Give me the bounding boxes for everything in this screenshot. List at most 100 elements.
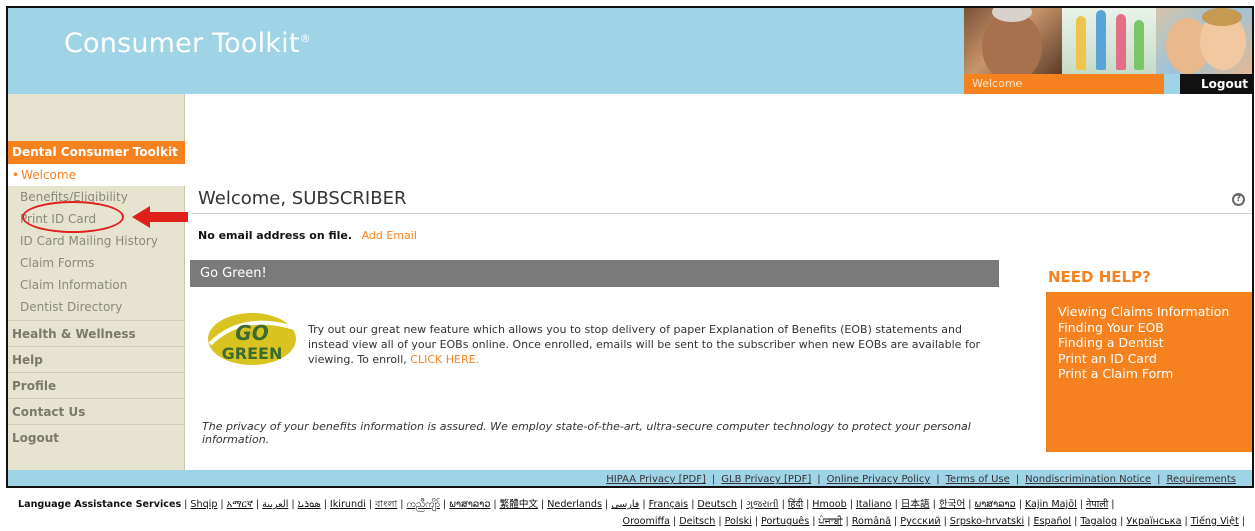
- language-link[interactable]: Shqip: [190, 499, 217, 510]
- separator: |: [932, 499, 936, 510]
- language-link[interactable]: Polski: [725, 516, 752, 527]
- separator: |: [1074, 516, 1078, 527]
- separator: |: [718, 516, 722, 527]
- help-link-print-id-card[interactable]: Print an ID Card: [1058, 351, 1252, 367]
- sidebar-item-help[interactable]: Help: [8, 346, 185, 372]
- help-link-print-claim-form[interactable]: Print a Claim Form: [1058, 366, 1252, 382]
- logout-button[interactable]: Logout: [1180, 74, 1252, 94]
- sidebar-section-title[interactable]: Dental Consumer Toolkit: [8, 141, 185, 164]
- language-link[interactable]: Nederlands: [547, 499, 602, 510]
- site-logo[interactable]: Consumer Toolkit®: [64, 28, 311, 59]
- separator: |: [220, 499, 224, 510]
- separator: |: [291, 499, 295, 510]
- language-link[interactable]: 한국어: [939, 499, 965, 510]
- language-link[interactable]: Srpsko-hrvatski: [950, 516, 1024, 527]
- sidebar-item-logout[interactable]: Logout: [8, 424, 185, 450]
- language-link[interactable]: Русский: [900, 516, 940, 527]
- sidebar-item-profile[interactable]: Profile: [8, 372, 185, 398]
- click-here-link[interactable]: CLICK HERE.: [410, 353, 479, 366]
- language-link[interactable]: বাংলা: [375, 499, 397, 510]
- add-email-link[interactable]: Add Email: [362, 229, 417, 242]
- language-link[interactable]: Tiếng Việt: [1191, 516, 1239, 527]
- separator: |: [604, 499, 609, 510]
- language-link[interactable]: Kajin Majōl: [1025, 499, 1077, 510]
- welcome-label: Welcome: [964, 74, 1164, 94]
- sidebar-item-dentist-directory[interactable]: Dentist Directory: [8, 296, 185, 318]
- help-link-finding-dentist[interactable]: Finding a Dentist: [1058, 335, 1252, 351]
- header-photo-man: [964, 8, 1062, 74]
- separator: |: [368, 499, 373, 510]
- need-help-box: Viewing Claims Information Finding Your …: [1046, 292, 1252, 452]
- separator: |: [1241, 516, 1245, 527]
- sidebar-item-claim-information[interactable]: Claim Information: [8, 274, 185, 296]
- footer-link-requirements[interactable]: Requirements: [1166, 474, 1236, 485]
- go-green-body: Try out our great new feature which allo…: [308, 323, 981, 366]
- sidebar-item-health-wellness[interactable]: Health & Wellness: [8, 320, 185, 346]
- language-link[interactable]: Tagalog: [1080, 516, 1117, 527]
- need-help-title: NEED HELP?: [1048, 268, 1151, 286]
- language-link[interactable]: नेपाली: [1086, 499, 1108, 510]
- separator: |: [642, 499, 646, 510]
- go-green-description: Try out our great new feature which allo…: [308, 322, 988, 367]
- separator: |: [739, 499, 744, 510]
- privacy-statement: The privacy of your benefits information…: [202, 420, 971, 446]
- separator: |: [443, 499, 447, 510]
- go-green-logo-bottom-text: GREEN: [222, 344, 283, 363]
- site-header: Consumer Toolkit® Welcome Logout: [8, 8, 1252, 94]
- language-link[interactable]: Ikirundi: [330, 499, 366, 510]
- sidebar-item-id-card-mailing-history[interactable]: ID Card Mailing History: [8, 230, 185, 252]
- language-link[interactable]: አማርኛ: [227, 499, 253, 510]
- language-link[interactable]: فارسی: [611, 499, 639, 510]
- language-link[interactable]: Українська: [1126, 516, 1181, 527]
- separator: |: [1111, 499, 1115, 510]
- bullet-icon: •: [12, 168, 20, 182]
- footer-link-nondiscrimination[interactable]: Nondiscrimination Notice: [1025, 474, 1151, 485]
- language-link[interactable]: Italiano: [856, 499, 892, 510]
- sidebar-item-welcome[interactable]: • Welcome: [8, 164, 185, 186]
- help-icon[interactable]: ?: [1232, 193, 1245, 206]
- separator: |: [400, 499, 404, 510]
- separator: |: [493, 499, 497, 510]
- separator: |: [849, 499, 853, 510]
- language-link[interactable]: Hmoob: [812, 499, 846, 510]
- sidebar-item-contact-us[interactable]: Contact Us: [8, 398, 185, 424]
- separator: |: [1027, 516, 1031, 527]
- separator: |: [323, 499, 327, 510]
- language-link[interactable]: ગુજરાતી: [746, 499, 779, 510]
- separator: |: [1120, 516, 1124, 527]
- language-link[interactable]: Deitsch: [679, 516, 715, 527]
- language-link[interactable]: ພາສາລາວ: [975, 499, 1016, 510]
- language-row-1: Language Assistance Services | Shqip | አማርኛ |…: [18, 499, 1115, 510]
- language-link[interactable]: ພາສາລາວ: [449, 499, 490, 510]
- email-notice-text: No email address on file.: [198, 229, 353, 242]
- footer-link-hipaa[interactable]: HIPAA Privacy [PDF]: [606, 474, 706, 485]
- language-link[interactable]: Português: [761, 516, 809, 527]
- separator: |: [255, 499, 260, 510]
- separator: |: [845, 516, 849, 527]
- language-link[interactable]: Română: [852, 516, 891, 527]
- help-link-finding-eob[interactable]: Finding Your EOB: [1058, 320, 1252, 336]
- language-link[interactable]: Oroomiffa: [623, 516, 671, 527]
- help-link-viewing-claims[interactable]: Viewing Claims Information: [1058, 304, 1252, 320]
- footer-link-online-privacy[interactable]: Online Privacy Policy: [827, 474, 931, 485]
- language-assistance: Language Assistance Services | Shqip | አማርኛ |…: [6, 496, 1250, 530]
- language-link[interactable]: 繁體中文: [500, 499, 538, 510]
- footer-link-glb[interactable]: GLB Privacy [PDF]: [721, 474, 811, 485]
- language-row-2: Oroomiffa | Deitsch | Polski | Português | ਪੰਜਾਬ…: [6, 513, 1250, 530]
- pointer-arrow-icon: [132, 206, 188, 228]
- language-link[interactable]: Español: [1033, 516, 1071, 527]
- header-photos: [964, 8, 1252, 74]
- sidebar-item-claim-forms[interactable]: Claim Forms: [8, 252, 185, 274]
- separator: |: [894, 516, 898, 527]
- language-link[interactable]: ਪੰਜਾਬੀ: [818, 516, 842, 527]
- footer-link-terms[interactable]: Terms of Use: [946, 474, 1010, 485]
- language-link[interactable]: ܣܘܪܝܐ: [298, 499, 321, 510]
- separator: |: [806, 499, 810, 510]
- footer-links: HIPAA Privacy [PDF] | GLB Privacy [PDF] | On…: [8, 470, 1252, 486]
- language-link[interactable]: ကညီကျိာ်: [407, 499, 441, 510]
- language-link[interactable]: العربية: [262, 499, 288, 510]
- language-link[interactable]: Français: [649, 499, 689, 510]
- language-link[interactable]: 日本語: [901, 499, 930, 510]
- language-link[interactable]: हिंदी: [788, 499, 803, 510]
- language-link[interactable]: Deutsch: [697, 499, 737, 510]
